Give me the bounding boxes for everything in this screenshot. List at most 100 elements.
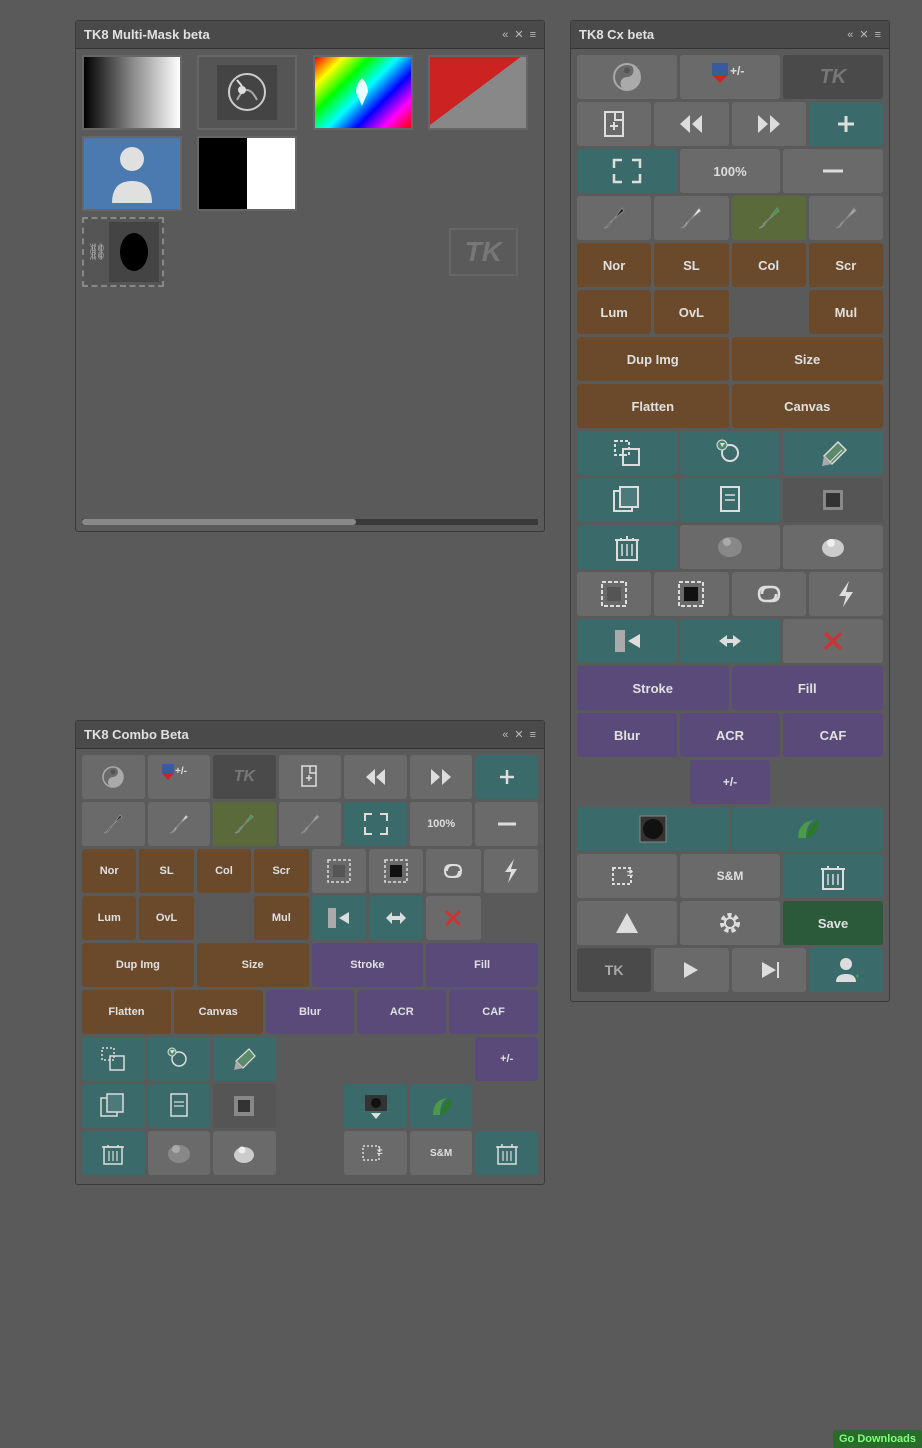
cx-canvas-btn[interactable]: Canvas	[732, 384, 884, 428]
combo-close-icon[interactable]: ✕	[514, 728, 523, 741]
thumb-bw-gradient[interactable]	[82, 55, 182, 130]
cx-plusminus-btn[interactable]: +/-	[680, 55, 780, 99]
combo-doc-btn[interactable]	[148, 1084, 211, 1128]
cx-arrows-lr-btn[interactable]	[680, 619, 780, 663]
cx-new-doc-btn[interactable]	[577, 102, 651, 146]
cx-zoom-btn[interactable]: 100%	[680, 149, 780, 193]
combo-new-btn[interactable]	[279, 755, 342, 799]
cx-close-icon[interactable]: ✕	[859, 28, 868, 41]
combo-size-btn[interactable]: Size	[197, 943, 309, 987]
cx-blur-btn[interactable]: Blur	[577, 713, 677, 757]
combo-brush2-btn[interactable]	[148, 802, 211, 846]
combo-lightning-btn[interactable]	[484, 849, 538, 893]
combo-copy-btn[interactable]	[82, 1084, 145, 1128]
cx-copy-btn[interactable]	[577, 478, 677, 522]
combo-mask1-btn[interactable]	[312, 849, 366, 893]
cx-mul-btn[interactable]: Mul	[809, 290, 883, 334]
combo-plusminus-btn[interactable]: +/-	[148, 755, 211, 799]
cx-stroke-btn[interactable]: Stroke	[577, 666, 729, 710]
combo-ff-btn[interactable]	[410, 755, 473, 799]
cx-brush1-btn[interactable]	[577, 196, 651, 240]
cx-acr-btn[interactable]: ACR	[680, 713, 780, 757]
cx-arrows-icon[interactable]: «	[847, 29, 853, 41]
linked-mask-item[interactable]: ⛓	[82, 217, 164, 287]
thumb-reddark[interactable]	[428, 55, 528, 130]
combo-square-btn[interactable]	[213, 1084, 276, 1128]
cx-selection1-btn[interactable]	[577, 431, 677, 475]
cx-brush3-btn[interactable]	[732, 196, 806, 240]
cx-tk-bottom-btn[interactable]: TK	[577, 948, 651, 992]
combo-blob2-btn[interactable]	[213, 1131, 276, 1175]
cx-brush2-btn[interactable]	[654, 196, 728, 240]
thumb-person[interactable]	[82, 136, 182, 211]
combo-blur-btn[interactable]: Blur	[266, 990, 355, 1034]
cx-flatten-btn[interactable]: Flatten	[577, 384, 729, 428]
thumb-blackwhite[interactable]	[197, 136, 297, 211]
cx-play2-btn[interactable]	[732, 948, 806, 992]
combo-download-btn[interactable]	[344, 1084, 407, 1128]
combo-nor-btn[interactable]: Nor	[82, 849, 136, 893]
combo-sel3-btn[interactable]	[213, 1037, 276, 1081]
combo-dup-img-btn[interactable]: Dup Img	[82, 943, 194, 987]
cx-save-btn[interactable]: Save	[783, 901, 883, 945]
cx-mask2-btn[interactable]	[654, 572, 728, 616]
cx-menu-icon[interactable]: ≡	[875, 29, 881, 41]
combo-brush4-btn[interactable]	[279, 802, 342, 846]
combo-blob1-btn[interactable]	[148, 1131, 211, 1175]
combo-zoom-btn[interactable]: 100%	[410, 802, 473, 846]
cx-mask1-btn[interactable]	[577, 572, 651, 616]
combo-leaf-btn[interactable]	[410, 1084, 473, 1128]
multimask-close-icon[interactable]: ✕	[514, 28, 523, 41]
combo-flatten-btn[interactable]: Flatten	[82, 990, 171, 1034]
combo-col-btn[interactable]: Col	[197, 849, 251, 893]
combo-brush1-btn[interactable]	[82, 802, 145, 846]
cx-gear-btn[interactable]	[680, 901, 780, 945]
cx-ff-btn[interactable]	[732, 102, 806, 146]
cx-arrow-in-btn[interactable]	[577, 619, 677, 663]
cx-fill-btn[interactable]: Fill	[732, 666, 884, 710]
cx-selection3-btn[interactable]	[783, 431, 883, 475]
cx-expand-btn[interactable]	[577, 149, 677, 193]
cx-lum-btn[interactable]: Lum	[577, 290, 651, 334]
combo-plusminus2-btn[interactable]: +/-	[475, 1037, 538, 1081]
combo-arrows-icon[interactable]: «	[502, 729, 508, 741]
multimask-arrows-icon[interactable]: «	[502, 29, 508, 41]
combo-ovl-btn[interactable]: OvL	[139, 896, 193, 940]
combo-sel1-btn[interactable]	[82, 1037, 145, 1081]
cx-scr-btn[interactable]: Scr	[809, 243, 883, 287]
combo-acr-btn[interactable]: ACR	[357, 990, 446, 1034]
combo-circle-btn[interactable]	[82, 755, 145, 799]
cx-lightning-btn[interactable]	[809, 572, 883, 616]
cx-play1-btn[interactable]	[654, 948, 728, 992]
cx-size-btn[interactable]: Size	[732, 337, 884, 381]
cx-selection2-btn[interactable]	[680, 431, 780, 475]
combo-trash1-btn[interactable]	[82, 1131, 145, 1175]
cx-caf-btn[interactable]: CAF	[783, 713, 883, 757]
combo-minus-btn[interactable]	[475, 802, 538, 846]
cx-col-btn[interactable]: Col	[732, 243, 806, 287]
cx-ovl-btn[interactable]: OvL	[654, 290, 728, 334]
combo-lum-btn[interactable]: Lum	[82, 896, 136, 940]
cx-minus-btn[interactable]	[783, 149, 883, 193]
combo-sel2-btn[interactable]	[148, 1037, 211, 1081]
combo-brush3-btn[interactable]	[213, 802, 276, 846]
cx-trash2-btn[interactable]	[783, 854, 883, 898]
cx-triangle-btn[interactable]	[577, 901, 677, 945]
cx-x-btn[interactable]	[783, 619, 883, 663]
combo-canvas-btn[interactable]: Canvas	[174, 990, 263, 1034]
combo-menu-icon[interactable]: ≡	[530, 729, 536, 741]
cx-circle-btn[interactable]	[577, 55, 677, 99]
combo-arrows-lr-btn[interactable]	[369, 896, 423, 940]
cx-blob2-btn[interactable]	[783, 525, 883, 569]
combo-fill-btn[interactable]: Fill	[426, 943, 538, 987]
combo-scr-btn[interactable]: Scr	[254, 849, 308, 893]
cx-circle-mask-btn[interactable]	[577, 807, 729, 851]
combo-sm-btn[interactable]: S&M	[410, 1131, 473, 1175]
multimask-menu-icon[interactable]: ≡	[530, 29, 536, 41]
cx-sm-btn[interactable]: S&M	[680, 854, 780, 898]
combo-sel-expand-btn[interactable]: ±	[344, 1131, 407, 1175]
cx-tk-italic-btn[interactable]: TK	[783, 55, 883, 99]
cx-doc-icon-btn[interactable]	[680, 478, 780, 522]
multimask-scroll[interactable]	[82, 519, 538, 525]
combo-sl-btn[interactable]: SL	[139, 849, 193, 893]
